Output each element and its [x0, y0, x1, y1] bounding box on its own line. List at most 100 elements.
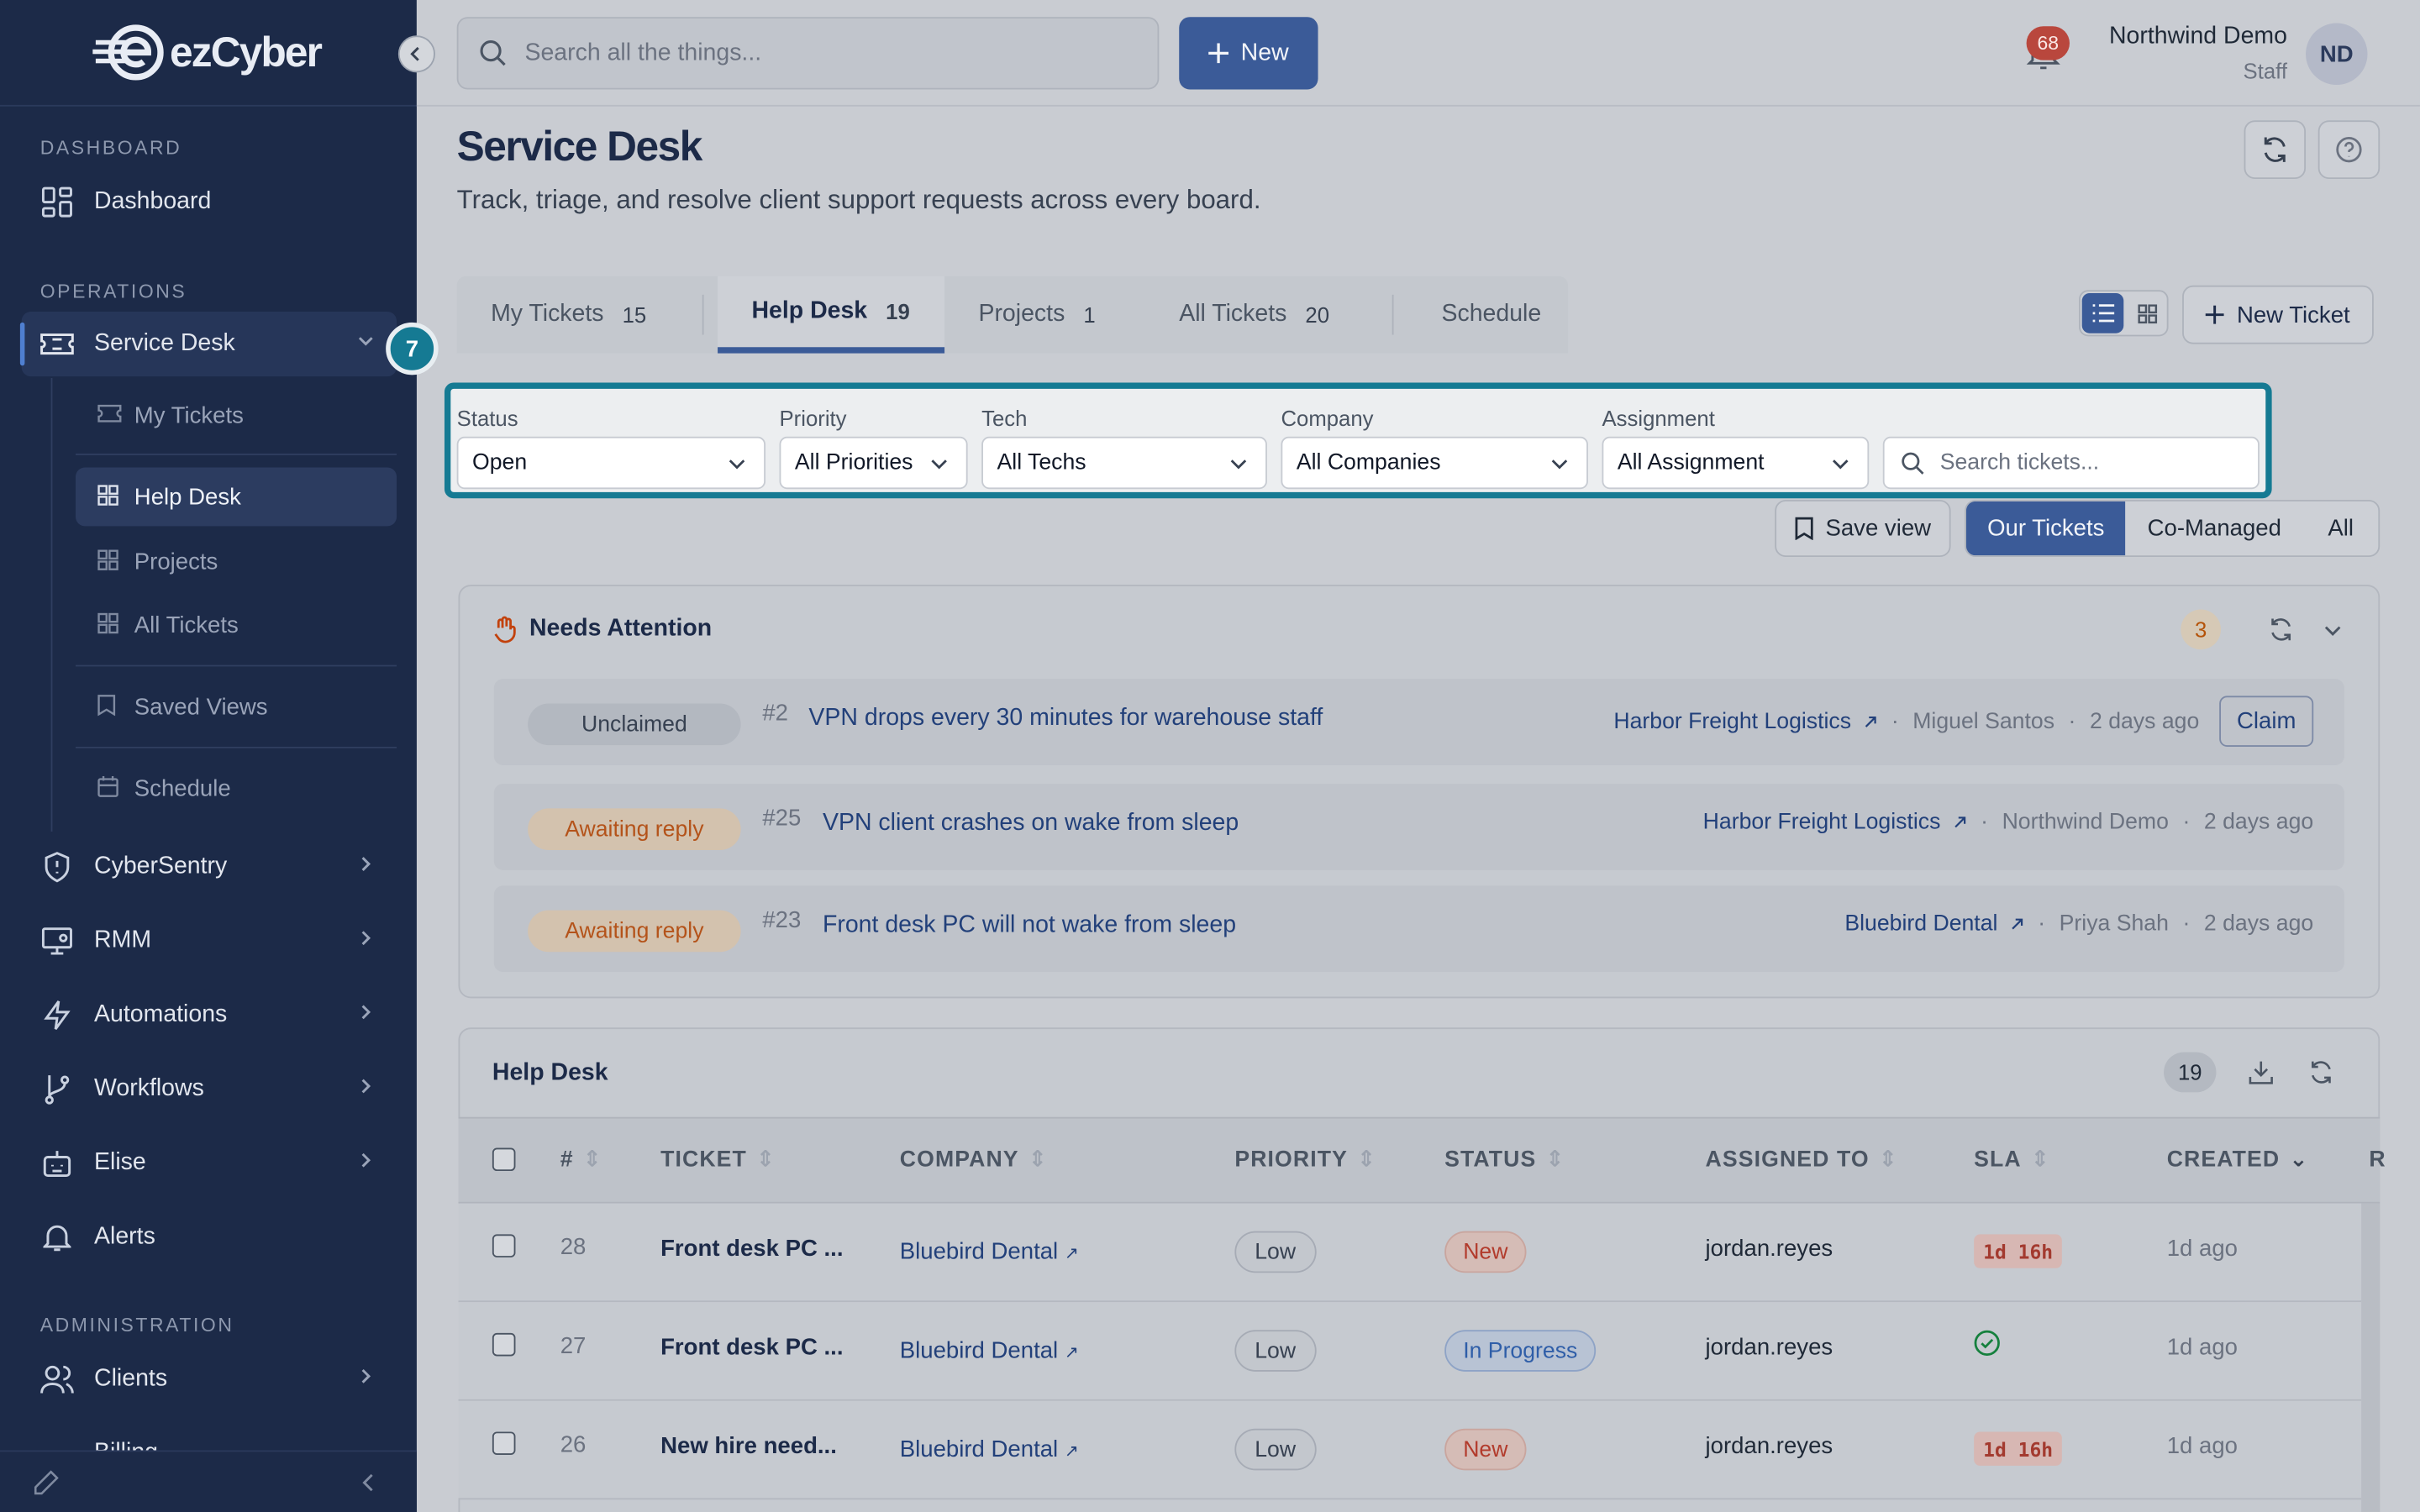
sidebar-subitem-label: My Tickets [134, 402, 244, 428]
user-avatar[interactable]: ND [2306, 23, 2368, 86]
select-all-checkbox[interactable] [492, 1147, 516, 1172]
robot-icon [40, 1147, 74, 1180]
column-header-status[interactable]: STATUS ⇕ [1444, 1148, 1565, 1173]
chevron-right-icon [361, 857, 371, 871]
column-header-sla[interactable]: SLA ⇕ [1974, 1148, 2050, 1173]
scope-all[interactable]: All [2303, 501, 2378, 555]
lightning-icon [40, 998, 74, 1032]
external-link-icon: ↗ [1064, 1245, 1079, 1264]
column-header-created[interactable]: CREATED ⌄ [2167, 1148, 2309, 1173]
sidebar-item-label: Dashboard [94, 188, 212, 215]
sidebar-subitem-saved-views[interactable]: Saved Views [76, 677, 397, 736]
assignment-filter-select[interactable]: All Assignment [1602, 436, 1870, 490]
column-header-number[interactable]: # ⇕ [560, 1148, 602, 1173]
column-header-ticket[interactable]: TICKET ⇕ [660, 1148, 776, 1173]
attention-row[interactable]: Awaiting reply #25 VPN client crashes on… [493, 784, 2344, 870]
grid-icon [2137, 303, 2157, 323]
company-filter-select[interactable]: All Companies [1281, 436, 1588, 490]
sidebar-subitem-schedule[interactable]: Schedule [76, 759, 397, 818]
sidebar-item-rmm[interactable]: RMM [22, 909, 397, 974]
sidebar-item-automations[interactable]: Automations [22, 983, 397, 1047]
row-checkbox[interactable] [492, 1234, 516, 1257]
table-row[interactable]: 28 Front desk PC ... Bluebird Dental ↗ L… [458, 1203, 2362, 1303]
column-header-truncated[interactable]: R [2369, 1148, 2386, 1173]
global-search-input[interactable] [524, 39, 1112, 67]
new-ticket-button[interactable]: New Ticket [2182, 285, 2374, 344]
company-link[interactable]: Bluebird Dental ↗ [900, 1436, 1079, 1462]
grid-view-button[interactable] [2127, 293, 2167, 333]
ticket-search[interactable] [1882, 436, 2260, 490]
sidebar-subitem-my-tickets[interactable]: My Tickets [76, 386, 397, 444]
claim-button[interactable]: Claim [2219, 696, 2314, 747]
table-row[interactable]: 27 Front desk PC ... Bluebird Dental ↗ L… [458, 1302, 2362, 1401]
attention-row[interactable]: Awaiting reply #23 Front desk PC will no… [493, 885, 2344, 973]
status-badge: Awaiting reply [528, 808, 741, 851]
ticket-title-link[interactable]: New hire need... [660, 1433, 837, 1459]
row-checkbox[interactable] [492, 1332, 516, 1357]
chevron-left-icon[interactable] [361, 1473, 376, 1492]
sidebar-item-dashboard[interactable]: Dashboard [22, 170, 397, 234]
column-header-priority[interactable]: PRIORITY ⇕ [1234, 1148, 1376, 1173]
scope-our-tickets[interactable]: Our Tickets [1965, 501, 2126, 556]
company-link[interactable]: Harbor Freight Logistics [1613, 709, 1851, 733]
dashboard-grid-icon [40, 185, 74, 218]
download-icon[interactable] [2249, 1060, 2273, 1084]
sidebar-item-service-desk[interactable]: Service Desk [19, 312, 397, 377]
refresh-icon[interactable] [2269, 617, 2293, 642]
ticket-title-link[interactable]: Front desk PC ... [660, 1236, 843, 1262]
list-view-button[interactable] [2081, 292, 2124, 333]
tab-all-tickets[interactable]: All Tickets 20 [1145, 276, 1377, 354]
row-checkbox[interactable] [492, 1431, 516, 1456]
ticket-age: 2 days ago [2203, 911, 2314, 937]
priority-filter-select[interactable]: All Priorities [779, 436, 968, 490]
ticket-title-link[interactable]: VPN client crashes on wake from sleep [823, 810, 1239, 837]
sidebar-subitem-help-desk[interactable]: Help Desk [75, 467, 397, 527]
tab-my-tickets[interactable]: My Tickets 15 [457, 276, 702, 354]
sidebar-item-alerts[interactable]: Alerts [22, 1205, 397, 1269]
column-header-assigned-to[interactable]: ASSIGNED TO ⇕ [1706, 1148, 1899, 1173]
ticket-number: #25 [762, 805, 802, 832]
tab-help-desk[interactable]: Help Desk 19 [718, 276, 945, 354]
brand-logo[interactable]: ezCyber [0, 0, 417, 107]
external-link-icon [2012, 918, 2023, 930]
table-horizontal-scroll-edge[interactable] [2361, 1203, 2381, 1512]
company-link[interactable]: Bluebird Dental ↗ [900, 1239, 1079, 1265]
sidebar-item-billing[interactable]: Billing [22, 1421, 397, 1452]
sidebar-item-clients[interactable]: Clients [22, 1347, 397, 1411]
new-button[interactable]: New [1179, 17, 1318, 90]
refresh-page-button[interactable] [2244, 120, 2307, 180]
ticket-title-link[interactable]: Front desk PC ... [660, 1335, 843, 1361]
sidebar-item-elise[interactable]: Elise [22, 1131, 397, 1195]
tech-filter-select[interactable]: All Techs [981, 436, 1267, 490]
company-link[interactable]: Harbor Freight Logistics [1703, 810, 1941, 834]
sort-icon: ⇕ [755, 1147, 776, 1173]
column-header-company[interactable]: COMPANY ⇕ [900, 1148, 1048, 1173]
tab-projects[interactable]: Projects 1 [944, 276, 1145, 354]
refresh-icon[interactable] [2309, 1060, 2333, 1084]
tab-schedule[interactable]: Schedule [1407, 276, 1568, 354]
status-filter-select[interactable]: Open [456, 436, 766, 490]
help-button[interactable] [2317, 120, 2381, 180]
sidebar-item-workflows[interactable]: Workflows [22, 1057, 397, 1121]
save-view-button[interactable]: Save view [1775, 500, 1951, 558]
company-link[interactable]: Bluebird Dental [1844, 911, 1997, 936]
ticket-title-link[interactable]: VPN drops every 30 minutes for warehouse… [808, 705, 1323, 732]
sidebar-item-cybersentry[interactable]: CyberSentry [22, 835, 397, 900]
global-search[interactable] [456, 17, 1160, 90]
chevron-down-icon[interactable] [2323, 620, 2343, 640]
attention-row[interactable]: Unclaimed #2 VPN drops every 30 minutes … [493, 679, 2344, 766]
sort-icon: ⇕ [1545, 1147, 1565, 1173]
company-link[interactable]: Bluebird Dental ↗ [900, 1337, 1079, 1363]
sidebar-subitem-projects[interactable]: Projects [76, 533, 397, 591]
pencil-icon[interactable] [34, 1470, 59, 1495]
filter-label-priority: Priority [779, 406, 847, 431]
external-link-icon: ↗ [1064, 1442, 1079, 1462]
sidebar-collapse-button[interactable] [397, 35, 435, 73]
ticket-meta: Bluebird Dental · Priya Shah · 2 days ag… [1844, 911, 2313, 936]
ticket-title-link[interactable]: Front desk PC will not wake from sleep [823, 911, 1236, 939]
scope-co-managed[interactable]: Co-Managed [2126, 501, 2303, 555]
ticket-search-input[interactable] [1939, 450, 2249, 475]
table-row[interactable]: 26 New hire need... Bluebird Dental ↗ Lo… [458, 1400, 2362, 1500]
sidebar-subitem-all-tickets[interactable]: All Tickets [76, 596, 397, 654]
chevron-right-icon [361, 1005, 371, 1020]
